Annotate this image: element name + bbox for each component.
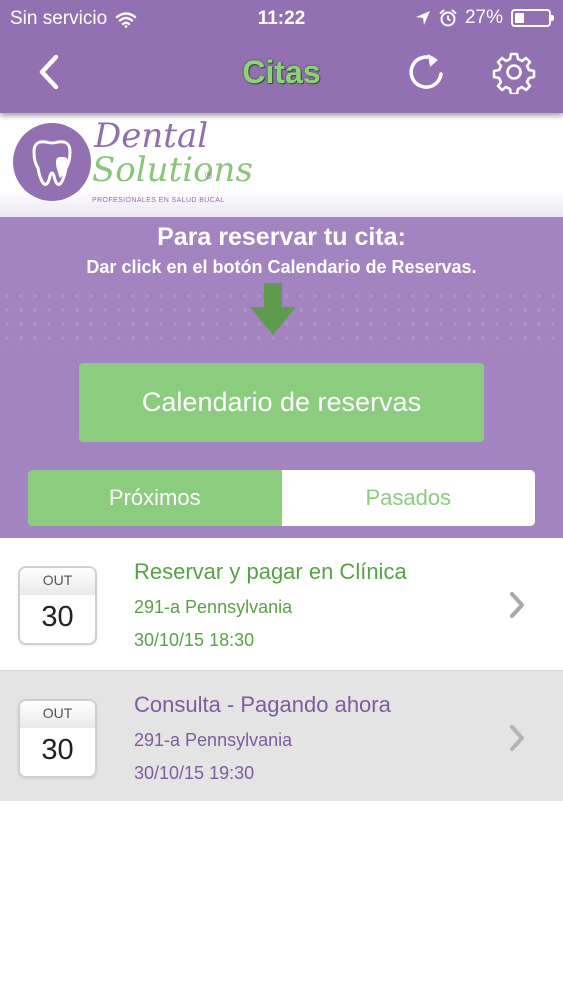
- battery-icon: [511, 9, 554, 27]
- tab-past[interactable]: Pasados: [281, 470, 535, 526]
- calendar-date-badge: OUT 30: [18, 566, 97, 645]
- appointment-address: 291-a Pennsylvania: [134, 597, 293, 617]
- appointment-list: OUT 30 Reservar y pagar en Clínica 291-a…: [0, 538, 563, 801]
- chevron-right-icon: [510, 725, 524, 751]
- nav-bar: Citas: [0, 36, 563, 113]
- tooth-logo-icon: [13, 123, 91, 201]
- logo-registered-mark: ®: [205, 171, 213, 182]
- appointment-row[interactable]: OUT 30 Consulta - Pagando ahora 291-a Pe…: [0, 670, 563, 801]
- date-day: 30: [41, 601, 74, 633]
- appointment-datetime: 30/10/15 19:30: [134, 763, 255, 783]
- battery-percent: 27%: [464, 7, 503, 28]
- location-arrow-icon: [415, 11, 430, 25]
- arrow-down-icon: [250, 283, 296, 335]
- battery-level: [515, 13, 524, 23]
- status-right: 27%: [415, 7, 554, 29]
- appointment-row[interactable]: OUT 30 Reservar y pagar en Clínica 291-a…: [0, 538, 563, 670]
- alarm-clock-icon: [439, 9, 457, 27]
- appointment-title: Consulta - Pagando ahora: [134, 692, 391, 717]
- status-bar: Sin servicio 11:22 27%: [0, 0, 563, 36]
- appointments-segmented-control: Próximos Pasados: [28, 470, 535, 526]
- logo-band: Dental Solutions ® PROFESIONALES EN SALU…: [0, 113, 563, 217]
- app-header: Sin servicio 11:22 27% Citas: [0, 0, 563, 113]
- refresh-icon[interactable]: [405, 50, 449, 94]
- date-month: OUT: [20, 701, 95, 728]
- chevron-right-icon: [510, 592, 524, 618]
- booking-section: Para reservar tu cita: Dar click en el b…: [0, 217, 563, 538]
- date-month: OUT: [20, 568, 95, 595]
- gear-icon[interactable]: [492, 50, 536, 94]
- appointment-title: Reservar y pagar en Clínica: [134, 559, 407, 584]
- appointment-datetime: 30/10/15 18:30: [134, 630, 255, 650]
- instruction-subtitle: Dar click en el botón Calendario de Rese…: [86, 257, 477, 277]
- logo-text-dental: Dental: [94, 116, 209, 156]
- instruction-title: Para reservar tu cita:: [157, 223, 406, 251]
- calendar-date-badge: OUT 30: [18, 699, 97, 778]
- logo-text-solutions: Solutions: [92, 150, 253, 190]
- page-title: Citas: [242, 54, 321, 90]
- tab-upcoming[interactable]: Próximos: [28, 470, 282, 526]
- logo-tagline: PROFESIONALES EN SALUD BUCAL: [92, 197, 225, 204]
- appointment-address: 291-a Pennsylvania: [134, 730, 293, 750]
- calendar-reservations-button[interactable]: Calendario de reservas: [79, 363, 484, 442]
- date-day: 30: [41, 734, 74, 766]
